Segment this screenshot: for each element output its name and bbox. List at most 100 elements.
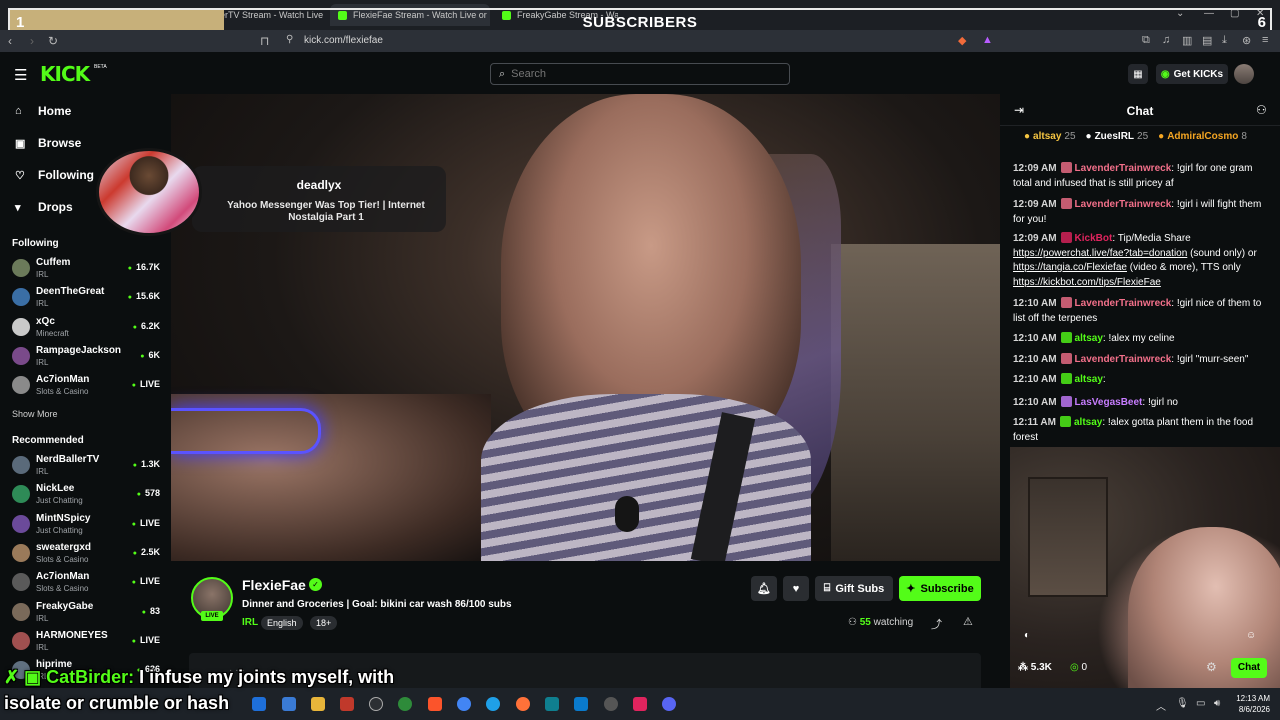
chat-link[interactable]: https://powerchat.live/fae?tab=donation xyxy=(1013,248,1187,259)
microphone-icon[interactable]: 🎙︎ xyxy=(1176,698,1189,709)
chat-users-icon[interactable]: ⚇ xyxy=(1256,103,1267,117)
edge-icon[interactable] xyxy=(486,697,500,711)
emoji-icon[interactable]: ☺ xyxy=(1246,630,1256,641)
brave-rewards-icon[interactable]: ▲ xyxy=(982,34,993,46)
follow-button[interactable]: ♥ xyxy=(783,576,809,601)
chat-username[interactable]: altsay xyxy=(1074,417,1102,428)
heart-icon: ♡ xyxy=(15,169,25,182)
taskbar-app-icon[interactable] xyxy=(604,697,618,711)
share-icon[interactable]: ⤴ xyxy=(931,616,942,632)
sidebar-channel[interactable]: RampageJacksonIRL 6K xyxy=(12,344,162,370)
brave-shield-icon[interactable]: ◆ xyxy=(958,34,966,47)
chat-username[interactable]: LavenderTrainwreck xyxy=(1075,163,1172,174)
back-icon[interactable]: ‹ xyxy=(8,34,12,48)
channel-viewers: 15.6K xyxy=(128,291,160,301)
chat-timestamp: 12:10 AM xyxy=(1013,354,1057,365)
sidebar-channel[interactable]: DeenTheGreatIRL 15.6K xyxy=(12,285,162,311)
vpn-icon[interactable]: ⊛ xyxy=(1242,34,1251,47)
tts-caption: ✗ ▣ CatBirder: I infuse my joints myself… xyxy=(4,664,394,716)
kicks-balance[interactable]: ⁂ 5.3K xyxy=(1018,662,1052,673)
tray-chevron-icon[interactable]: ︿ xyxy=(1156,698,1166,713)
channel-avatar xyxy=(12,485,30,504)
kicks-balance-value: 5.3K xyxy=(1030,662,1052,673)
beta-badge: BETA xyxy=(94,64,107,70)
system-clock[interactable]: 12:13 AM 8/6/2026 xyxy=(1224,693,1270,715)
wallet-icon[interactable]: ▤ xyxy=(1202,34,1212,47)
sidebar-channel[interactable]: Ac7ionManSlots & Casino LIVE xyxy=(12,373,162,399)
url-field[interactable]: kick.com/flexiefae xyxy=(304,35,383,46)
brave-icon[interactable] xyxy=(428,697,442,711)
volume-icon[interactable]: 🔊︎ xyxy=(1214,698,1220,709)
tiktok-icon[interactable] xyxy=(633,697,647,711)
stream-tag-mature[interactable]: 18+ xyxy=(310,616,338,630)
sidebar-channel[interactable]: FreakyGabeIRL 83 xyxy=(12,600,162,626)
chat-timestamp: 12:09 AM xyxy=(1013,233,1057,244)
reload-icon[interactable]: ↻ xyxy=(48,34,58,48)
site-header: ☰ KICK BETA ⌕ ▦ ◉ Get KICKs xyxy=(0,52,1280,94)
stream-category[interactable]: IRL xyxy=(242,617,258,628)
gift-subs-button[interactable]: ⌸ Gift Subs xyxy=(815,576,893,601)
chat-header: ⇥ Chat ⚇ xyxy=(1000,94,1280,126)
chat-link[interactable]: https://kickbot.com/tips/FlexieFae xyxy=(1013,277,1161,288)
emote-picker-icon[interactable]: ◐ xyxy=(1024,630,1030,641)
gear-icon[interactable]: ⚙ xyxy=(1206,660,1217,674)
channel-name: RampageJackson xyxy=(36,344,122,356)
chat-link[interactable]: https://tangia.co/Flexiefae xyxy=(1013,262,1127,273)
site-info-icon[interactable]: ⚲ xyxy=(286,34,293,45)
user-avatar[interactable] xyxy=(1234,64,1254,84)
discord-icon[interactable] xyxy=(662,697,676,711)
points-balance[interactable]: ◎ 0 xyxy=(1070,662,1087,673)
sidebar-channel[interactable]: sweatergxdSlots & Casino 2.5K xyxy=(12,541,162,567)
layout-toggle-button[interactable]: ▦ xyxy=(1128,64,1148,84)
sidebar-channel[interactable]: xQcMinecraft 6.2K xyxy=(12,315,162,341)
chat-username[interactable]: altsay xyxy=(1075,333,1103,344)
chat-username[interactable]: LavenderTrainwreck xyxy=(1075,298,1172,309)
bookmark-icon[interactable]: ⊓ xyxy=(260,34,269,48)
show-more-link[interactable]: Show More xyxy=(12,409,58,419)
vscode-icon[interactable] xyxy=(574,697,588,711)
sidebar-item-following[interactable]: ♡ Following xyxy=(15,168,94,182)
sidebar-channel[interactable]: HARMONEYESIRL LIVE xyxy=(12,629,162,655)
notification-message: Yahoo Messenger Was Top Tier! | Internet… xyxy=(227,200,425,223)
get-kicks-button[interactable]: ◉ Get KICKs xyxy=(1156,64,1228,84)
chat-username[interactable]: KickBot xyxy=(1075,233,1113,244)
sidebar-channel[interactable]: NickLeeJust Chatting 578 xyxy=(12,482,162,508)
search-input[interactable] xyxy=(511,68,762,80)
chat-message: 12:09 AM KickBot: Tip/Media Share https:/… xyxy=(1013,232,1257,288)
sidebar-channel[interactable]: NerdBallerTV IRL 1.3K xyxy=(12,453,162,479)
viewer-count-value: 55 xyxy=(859,617,871,628)
network-icon[interactable]: ▭ xyxy=(1196,698,1205,709)
sidebar-item-drops[interactable]: ▾ Drops xyxy=(15,200,73,214)
sidebar-item-label: Drops xyxy=(38,200,73,214)
kick-logo[interactable]: KICK xyxy=(40,62,90,86)
sidebar-channel[interactable]: Cuffem IRL 16.7K xyxy=(12,256,162,282)
chrome-icon[interactable] xyxy=(398,697,412,711)
notification-bell-button[interactable]: 🔔︎ xyxy=(751,576,777,601)
chat-username[interactable]: altsay xyxy=(1075,374,1103,385)
hamburger-menu-icon[interactable]: ☰ xyxy=(14,66,27,84)
taskbar-app-icon[interactable] xyxy=(545,697,559,711)
sidebar-item-browse[interactable]: ▣ Browse xyxy=(15,136,81,150)
sidebar-toggle-icon[interactable]: ▥ xyxy=(1182,34,1192,47)
media-icon[interactable]: ♫ xyxy=(1162,34,1170,46)
forward-icon[interactable]: › xyxy=(30,34,34,48)
report-icon[interactable]: ⚠ xyxy=(963,615,973,628)
sidebar-channel[interactable]: MintNSpicyJust Chatting LIVE xyxy=(12,512,162,538)
download-icon[interactable]: ⤓ xyxy=(1222,34,1227,47)
firefox-icon[interactable] xyxy=(516,697,530,711)
chat-username[interactable]: LavenderTrainwreck xyxy=(1075,354,1172,365)
sidebar-channel[interactable]: Ac7ionManSlots & Casino LIVE xyxy=(12,570,162,596)
channel-name[interactable]: FlexieFae xyxy=(242,577,306,593)
stream-tag-language[interactable]: English xyxy=(261,616,303,630)
extensions-icon[interactable]: ⧉ xyxy=(1142,34,1150,47)
chat-username[interactable]: LasVegasBeet xyxy=(1075,397,1143,408)
sidebar-item-home[interactable]: ⌂ Home xyxy=(15,104,71,118)
browser-address-bar: ‹ › ↻ ⊓ ⚲ kick.com/flexiefae ◆ ▲ ⧉ ♫ ▥ ▤… xyxy=(0,30,1280,52)
send-chat-button[interactable]: Chat xyxy=(1231,658,1267,678)
chat-username[interactable]: LavenderTrainwreck xyxy=(1075,199,1172,210)
chrome-icon[interactable] xyxy=(457,697,471,711)
search-box[interactable]: ⌕ xyxy=(490,63,790,85)
menu-icon[interactable]: ≡ xyxy=(1262,34,1268,46)
subscribe-button[interactable]: ✦ Subscribe xyxy=(899,576,981,601)
channel-category: IRL xyxy=(36,357,49,367)
